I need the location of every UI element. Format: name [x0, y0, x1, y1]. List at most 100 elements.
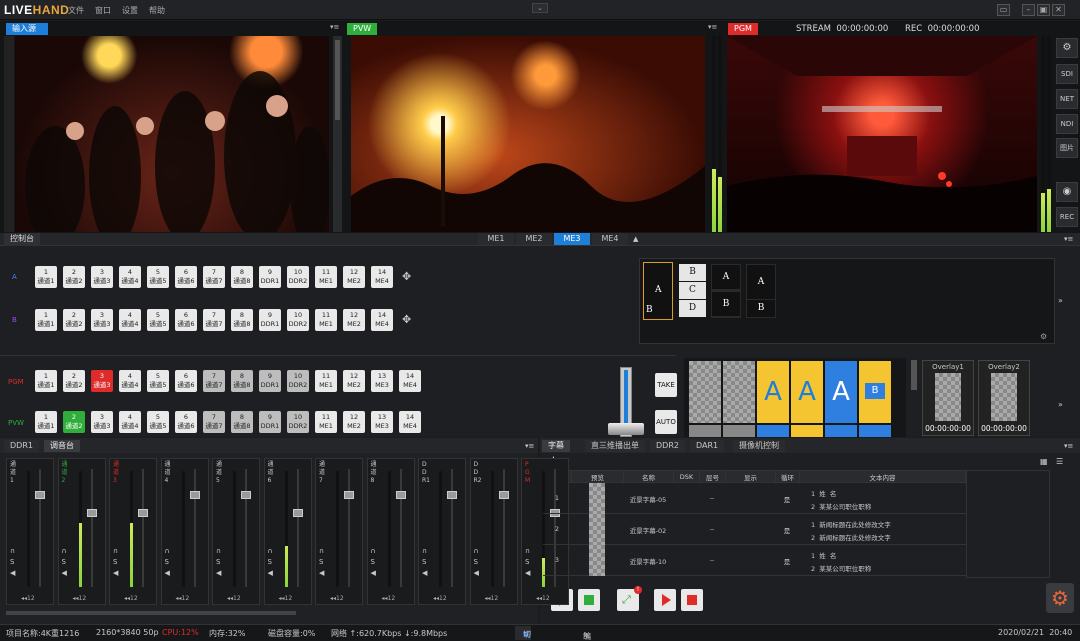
row-b-button-ME4[interactable]: 14 ME4 — [371, 309, 393, 331]
pvw-button-DDR1[interactable]: 9 DDR1 — [259, 411, 281, 433]
transition-scrollbar[interactable] — [911, 360, 917, 390]
tab-subtitle[interactable]: 字幕 — [542, 440, 570, 452]
fader-knob[interactable] — [498, 491, 509, 499]
layout-ab-split[interactable]: A B — [643, 262, 673, 320]
take-button[interactable]: TAKE — [655, 373, 677, 397]
collapse-chevron-icon[interactable]: ⌄ — [532, 3, 548, 13]
speaker-icon[interactable]: ◀ — [113, 569, 118, 577]
auto-button[interactable]: AUTO — [655, 410, 677, 434]
mute-icon[interactable]: S — [319, 558, 323, 566]
audio-menu-icon[interactable]: ▾≡ — [525, 442, 534, 450]
menu-window[interactable]: 窗口 — [95, 5, 111, 16]
speaker-icon[interactable]: ◀ — [165, 569, 170, 577]
pvw-button-通道7[interactable]: 7 通道7 — [203, 411, 225, 433]
row-b-button-通道7[interactable]: 7 通道7 — [203, 309, 225, 331]
row-b-button-通道5[interactable]: 5 通道5 — [147, 309, 169, 331]
pgm-button-通道5[interactable]: 5 通道5 — [147, 370, 169, 392]
tab-ddr1[interactable]: DDR1 — [4, 440, 39, 452]
menu-file[interactable]: 文件 — [68, 5, 84, 16]
overlay2-box[interactable]: Overlay2 00:00:00:00 — [978, 360, 1030, 436]
grid-view-icon[interactable]: ▦ — [1040, 457, 1048, 466]
tab-ddr2[interactable]: DDR2 — [650, 440, 685, 452]
pvw-button-通道5[interactable]: 5 通道5 — [147, 411, 169, 433]
keyboard-icon[interactable]: ▭ — [997, 4, 1010, 16]
mixer-scrollbar[interactable] — [6, 611, 296, 615]
speaker-icon[interactable]: ◀ — [268, 569, 273, 577]
mute-icon[interactable]: S — [422, 558, 426, 566]
speaker-icon[interactable]: ◀ — [10, 569, 15, 577]
speaker-icon[interactable]: ◀ — [525, 569, 530, 577]
subtitle-row[interactable]: 2 近景字幕-02 -- 是 1 新闻标题在此处修改文字 2 新闻标题在此处修改文字 — [543, 514, 966, 545]
subtitle-row[interactable]: 1 近景字幕-05 -- 是 1 姓 名 2 某某公司职位职称 — [543, 483, 966, 514]
tab-playlist[interactable]: 直三维播出单 — [585, 440, 645, 452]
pgm-button-通道3[interactable]: 3 通道3 — [91, 370, 113, 392]
minimize-icon[interactable]: – — [1022, 4, 1035, 16]
pgm-button-DDR1[interactable]: 9 DDR1 — [259, 370, 281, 392]
mute-icon[interactable]: S — [62, 558, 66, 566]
stop-red-button[interactable] — [681, 589, 703, 611]
tab-input-source[interactable]: 输入源 — [6, 23, 48, 35]
pvw-button-DDR2[interactable]: 10 DDR2 — [287, 411, 309, 433]
pvw-button-通道8[interactable]: 8 通道8 — [231, 411, 253, 433]
ndi-button[interactable]: NDI — [1056, 114, 1078, 134]
menu-settings[interactable]: 设置 — [122, 5, 138, 16]
pvw-button-ME3[interactable]: 13 ME3 — [371, 411, 393, 433]
restore-icon[interactable]: ▣ — [1037, 4, 1050, 16]
transition-thumb-1[interactable] — [689, 361, 721, 423]
tab-me4[interactable]: ME4 — [592, 233, 628, 245]
pgm-button-ME4[interactable]: 14 ME4 — [399, 370, 421, 392]
headphone-icon[interactable]: ∩ — [268, 547, 273, 555]
transition-thumb-6[interactable]: B — [859, 361, 891, 423]
mute-icon[interactable]: S — [10, 558, 14, 566]
tab-dar1[interactable]: DAR1 — [690, 440, 725, 452]
speaker-icon[interactable]: ◀ — [371, 569, 376, 577]
pgm-button-通道7[interactable]: 7 通道7 — [203, 370, 225, 392]
row-a-button-通道3[interactable]: 3 通道3 — [91, 266, 113, 288]
gear-orange-icon[interactable]: ⚙ — [1046, 583, 1074, 613]
control-menu-icon[interactable]: ▾≡ — [1064, 235, 1073, 243]
pgm-button-ME2[interactable]: 12 ME2 — [343, 370, 365, 392]
tab-camera-control[interactable]: 摄像机控制 — [733, 440, 785, 452]
transition-thumb-4[interactable]: A — [791, 361, 823, 423]
headphone-icon[interactable]: ∩ — [319, 547, 324, 555]
headphone-icon[interactable]: ∩ — [216, 547, 221, 555]
pgm-button-通道1[interactable]: 1 通道1 — [35, 370, 57, 392]
row-a-button-DDR1[interactable]: 9 DDR1 — [259, 266, 281, 288]
row-a-button-ME1[interactable]: 11 ME1 — [315, 266, 337, 288]
pvw-button-通道6[interactable]: 6 通道6 — [175, 411, 197, 433]
tab-me2[interactable]: ME2 — [516, 233, 552, 245]
transition-thumb-3[interactable]: A — [757, 361, 789, 423]
fader-knob[interactable] — [241, 491, 251, 499]
headphone-icon[interactable]: ∩ — [422, 547, 427, 555]
collapse-up-icon[interactable]: ▲ — [633, 235, 638, 243]
layout-ab-stack[interactable]: A B — [711, 264, 741, 318]
pgm-button-ME3[interactable]: 13 ME3 — [371, 370, 393, 392]
list-view-icon[interactable]: ☰ — [1056, 457, 1063, 466]
row-a-button-ME2[interactable]: 12 ME2 — [343, 266, 365, 288]
pgm-button-通道6[interactable]: 6 通道6 — [175, 370, 197, 392]
rec-button[interactable]: REC — [1056, 207, 1078, 227]
row-b-button-ME1[interactable]: 11 ME1 — [315, 309, 337, 331]
pvw-button-通道1[interactable]: 1 通道1 — [35, 411, 57, 433]
pvw-button-通道2[interactable]: 2 通道2 — [63, 411, 85, 433]
fader-knob[interactable] — [344, 491, 354, 499]
headphone-icon[interactable]: ∩ — [165, 547, 170, 555]
row-b-button-通道8[interactable]: 8 通道8 — [231, 309, 253, 331]
headphone-icon[interactable]: ∩ — [62, 547, 67, 555]
pvw-button-ME4[interactable]: 14 ME4 — [399, 411, 421, 433]
play-red-button[interactable] — [654, 589, 676, 611]
settings-gear-icon[interactable]: ⚙ — [1056, 38, 1078, 58]
row-b-button-DDR1[interactable]: 9 DDR1 — [259, 309, 281, 331]
pgm-button-ME1[interactable]: 11 ME1 — [315, 370, 337, 392]
input-source-video[interactable] — [15, 36, 329, 232]
transition-thumb-5[interactable]: A — [825, 361, 857, 423]
fader-knob[interactable] — [189, 491, 200, 499]
speaker-icon[interactable]: ◀ — [422, 569, 427, 577]
pgm-button-通道4[interactable]: 4 通道4 — [119, 370, 141, 392]
row-b-button-DDR2[interactable]: 10 DDR2 — [287, 309, 309, 331]
overlay-expand-icon[interactable]: » — [1058, 400, 1063, 409]
link-icon[interactable]: ⤢! — [617, 586, 642, 611]
pgm-button-通道2[interactable]: 2 通道2 — [63, 370, 85, 392]
mute-icon[interactable]: S — [216, 558, 220, 566]
camera-icon[interactable]: ◉ — [1056, 182, 1078, 202]
